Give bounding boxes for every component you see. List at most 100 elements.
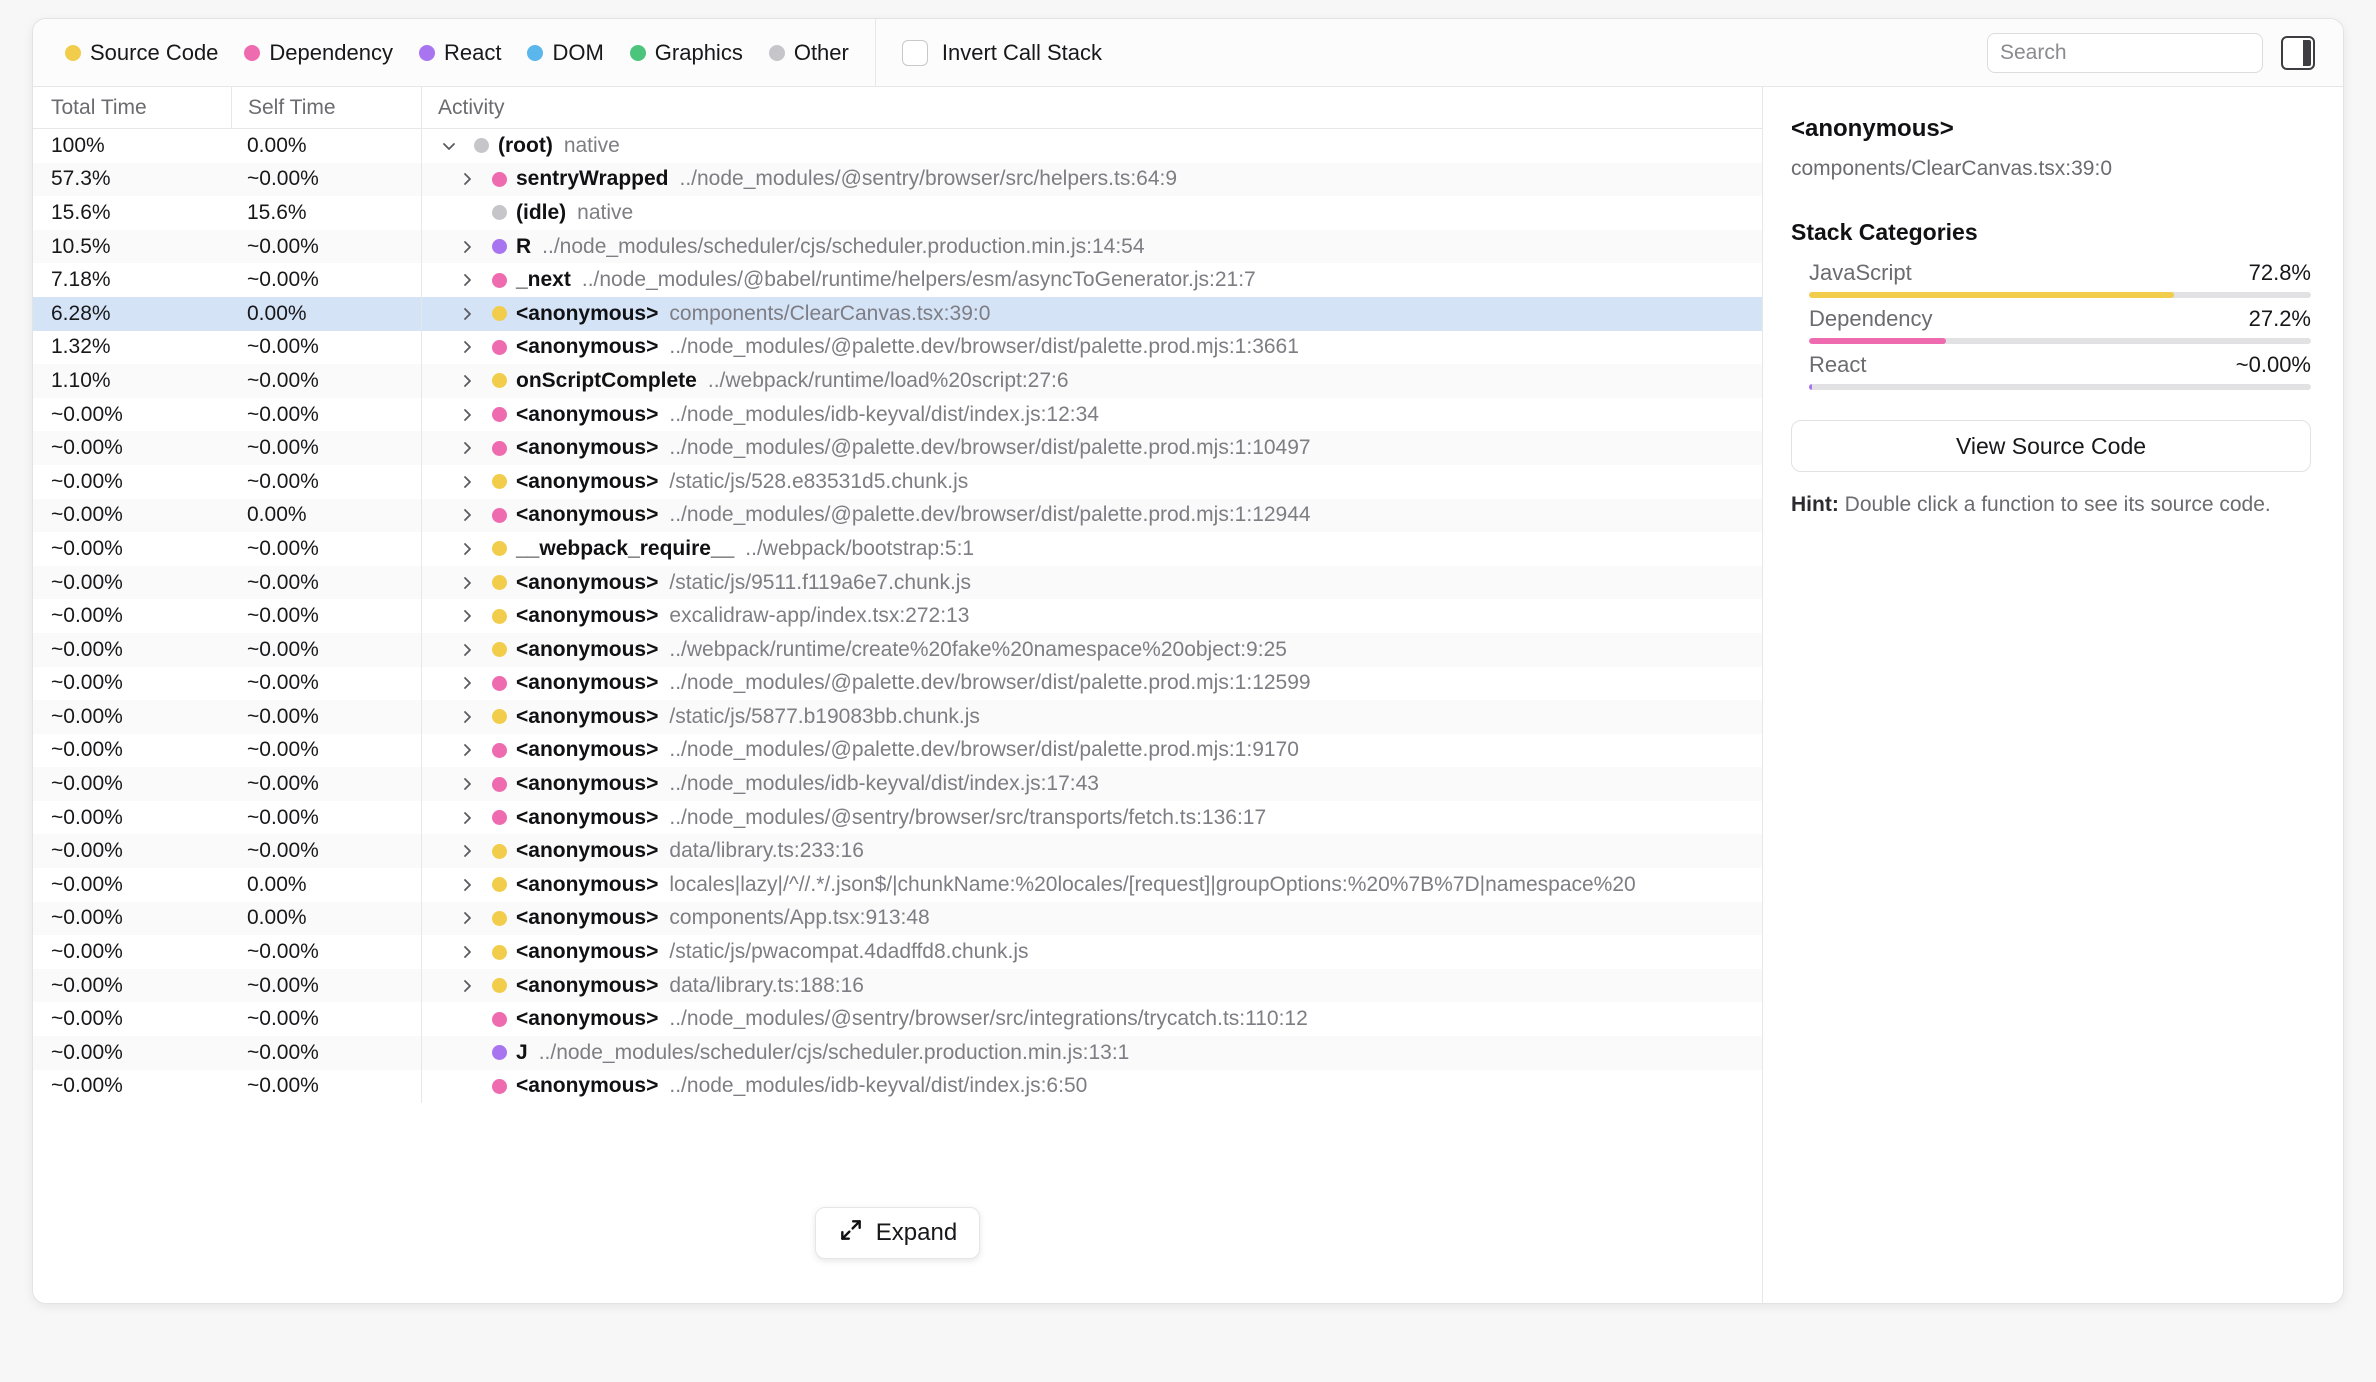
chevron-right-icon[interactable] — [456, 431, 478, 465]
chevron-right-icon[interactable] — [456, 969, 478, 1003]
chevron-right-icon[interactable] — [456, 868, 478, 902]
chevron-right-icon[interactable] — [456, 566, 478, 600]
chevron-right-icon[interactable] — [456, 263, 478, 297]
cell-activity: <anonymous> components/ClearCanvas.tsx:39… — [421, 296, 1762, 331]
table-row[interactable]: ~0.00% ~0.00% <anonymous> ../node_modules/i… — [33, 767, 1762, 801]
cell-total-time: 1.32% — [51, 335, 111, 359]
table-row[interactable]: 10.5% ~0.00% R ../node_modules/scheduler/cj… — [33, 229, 1762, 264]
column-header-activity[interactable]: Activity — [421, 87, 1762, 128]
chevron-right-icon[interactable] — [456, 834, 478, 868]
chevron-right-icon[interactable] — [456, 499, 478, 533]
table-row[interactable]: 1.10% ~0.00% onScriptComplete ../webpack/ru… — [33, 364, 1762, 398]
cell-self-time: ~0.00% — [247, 671, 319, 695]
table-row[interactable]: ~0.00% ~0.00% <anonymous> ../node_modules/@… — [33, 666, 1762, 701]
cell-self-time: ~0.00% — [247, 805, 319, 829]
chevron-right-icon[interactable] — [456, 700, 478, 734]
column-header-self-time[interactable]: Self Time — [231, 87, 421, 128]
cell-activity: <anonymous> /static/js/528.e83531d5.chunk… — [421, 464, 1762, 499]
table-row[interactable]: ~0.00% ~0.00% <anonymous> data/library.ts:1… — [33, 968, 1762, 1003]
chevron-down-icon[interactable] — [438, 129, 460, 163]
table-row[interactable]: ~0.00% ~0.00% <anonymous> ../node_modules/@… — [33, 431, 1762, 465]
details-sidebar: <anonymous> components/ClearCanvas.tsx:3… — [1762, 87, 2343, 1303]
table-row[interactable]: ~0.00% 0.00% <anonymous> locales|lazy|/^//.… — [33, 868, 1762, 902]
legend-item-graphics[interactable]: Graphics — [629, 40, 743, 66]
legend-color-dot — [629, 44, 646, 61]
table-row[interactable]: ~0.00% ~0.00% <anonymous> ../node_modules/@… — [33, 1002, 1762, 1037]
table-row[interactable]: ~0.00% ~0.00% <anonymous> ../node_modules/i… — [33, 1069, 1762, 1104]
chevron-right-icon[interactable] — [456, 767, 478, 801]
table-row[interactable]: ~0.00% 0.00% <anonymous> ../node_modules/@p… — [33, 498, 1762, 533]
table-row[interactable]: 7.18% ~0.00% _next ../node_modules/@babel/r… — [33, 263, 1762, 297]
chevron-right-icon[interactable] — [456, 398, 478, 432]
function-name: <anonymous> — [516, 402, 659, 426]
expand-button[interactable]: Expand — [814, 1207, 981, 1259]
chevron-right-icon[interactable] — [456, 230, 478, 264]
chevron-right-icon[interactable] — [456, 465, 478, 499]
chevron-right-icon[interactable] — [456, 902, 478, 936]
cell-self-time: ~0.00% — [247, 335, 319, 359]
cell-activity: <anonymous> ../node_modules/@palette.dev/… — [421, 498, 1762, 533]
legend-item-dependency[interactable]: Dependency — [244, 40, 393, 66]
cell-activity: <anonymous> locales|lazy|/^//.*/.json$/|c… — [421, 868, 1762, 902]
table-row[interactable]: ~0.00% ~0.00% <anonymous> excalidraw-app/in… — [33, 599, 1762, 633]
table-row[interactable]: ~0.00% 0.00% <anonymous> components/App.tsx… — [33, 901, 1762, 936]
chevron-right-icon[interactable] — [456, 633, 478, 667]
chevron-right-icon[interactable] — [456, 599, 478, 633]
chevron-right-icon[interactable] — [456, 163, 478, 197]
category-color-dot — [492, 272, 507, 288]
table-row[interactable]: ~0.00% ~0.00% <anonymous> ../node_modules/@… — [33, 733, 1762, 768]
category-color-dot — [492, 575, 507, 591]
table-row[interactable]: 57.3% ~0.00% sentryWrapped ../node_modules/… — [33, 162, 1762, 197]
table-row[interactable]: ~0.00% ~0.00% <anonymous> ../node_modules/i… — [33, 397, 1762, 432]
chevron-right-icon[interactable] — [456, 935, 478, 969]
cell-total-time: 15.6% — [51, 200, 111, 224]
legend-item-source-code[interactable]: Source Code — [65, 40, 218, 66]
table-row[interactable]: 1.32% ~0.00% <anonymous> ../node_modules/@p… — [33, 330, 1762, 365]
chevron-right-icon[interactable] — [456, 331, 478, 365]
cell-self-time: ~0.00% — [247, 469, 319, 493]
table-row[interactable]: ~0.00% ~0.00% J ../node_modules/scheduler/c… — [33, 1036, 1762, 1070]
cell-total-time: ~0.00% — [51, 839, 123, 863]
table-row[interactable]: 15.6% 15.6% (idle) native — [33, 196, 1762, 230]
category-color-dot — [492, 608, 507, 624]
invert-call-stack-control[interactable]: Invert Call Stack — [876, 19, 1128, 86]
cell-total-time: ~0.00% — [51, 805, 123, 829]
stack-category-value: ~0.00% — [2235, 352, 2311, 377]
table-row[interactable]: ~0.00% ~0.00% <anonymous> ../node_modules/@… — [33, 800, 1762, 835]
legend-item-other[interactable]: Other — [768, 40, 849, 66]
category-color-dot — [492, 407, 507, 423]
chevron-right-icon[interactable] — [456, 532, 478, 566]
chevron-right-icon[interactable] — [456, 667, 478, 701]
table-row[interactable]: ~0.00% ~0.00% __webpack_require__ ../webpac… — [33, 532, 1762, 566]
search-input[interactable] — [1987, 32, 2263, 73]
legend-item-react[interactable]: React — [418, 40, 501, 66]
chevron-right-icon[interactable] — [456, 297, 478, 331]
table-row[interactable]: ~0.00% ~0.00% <anonymous> /static/js/5877.b… — [33, 700, 1762, 734]
function-location: ../webpack/runtime/create%20fake%20names… — [669, 637, 1287, 661]
cell-total-time: ~0.00% — [51, 704, 123, 728]
chevron-right-icon[interactable] — [456, 364, 478, 398]
cell-activity: <anonymous> ../node_modules/@palette.dev/… — [421, 431, 1762, 465]
table-row[interactable]: ~0.00% ~0.00% <anonymous> /static/js/9511.f… — [33, 565, 1762, 600]
cell-activity: onScriptComplete ../webpack/runtime/load%… — [421, 364, 1762, 398]
chevron-right-icon[interactable] — [456, 734, 478, 768]
table-row[interactable]: ~0.00% ~0.00% <anonymous> /static/js/528.e8… — [33, 464, 1762, 499]
chevron-right-icon[interactable] — [456, 801, 478, 835]
category-color-dot — [492, 978, 507, 994]
view-source-code-button[interactable]: View Source Code — [1791, 420, 2311, 472]
table-row[interactable]: ~0.00% ~0.00% <anonymous> ../webpack/runtim… — [33, 632, 1762, 667]
function-name: <anonymous> — [516, 704, 659, 728]
stack-category-header: React ~0.00% — [1809, 352, 2311, 378]
table-row[interactable]: 6.28% 0.00% <anonymous> components/ClearCan… — [33, 296, 1762, 331]
table-row[interactable]: ~0.00% ~0.00% <anonymous> data/library.ts:2… — [33, 834, 1762, 869]
function-name: (root) — [498, 133, 553, 157]
column-header-total-time[interactable]: Total Time — [33, 87, 231, 128]
invert-call-stack-checkbox[interactable] — [901, 39, 928, 66]
table-row[interactable]: 100% 0.00% (root) native — [33, 129, 1762, 163]
table-row[interactable]: ~0.00% ~0.00% <anonymous> /static/js/pwacom… — [33, 935, 1762, 969]
legend-item-dom[interactable]: DOM — [527, 40, 604, 66]
category-color-dot — [492, 642, 507, 658]
category-color-dot — [492, 474, 507, 490]
sidebar-toggle-icon[interactable] — [2281, 35, 2315, 70]
cell-self-time: 15.6% — [247, 200, 307, 224]
